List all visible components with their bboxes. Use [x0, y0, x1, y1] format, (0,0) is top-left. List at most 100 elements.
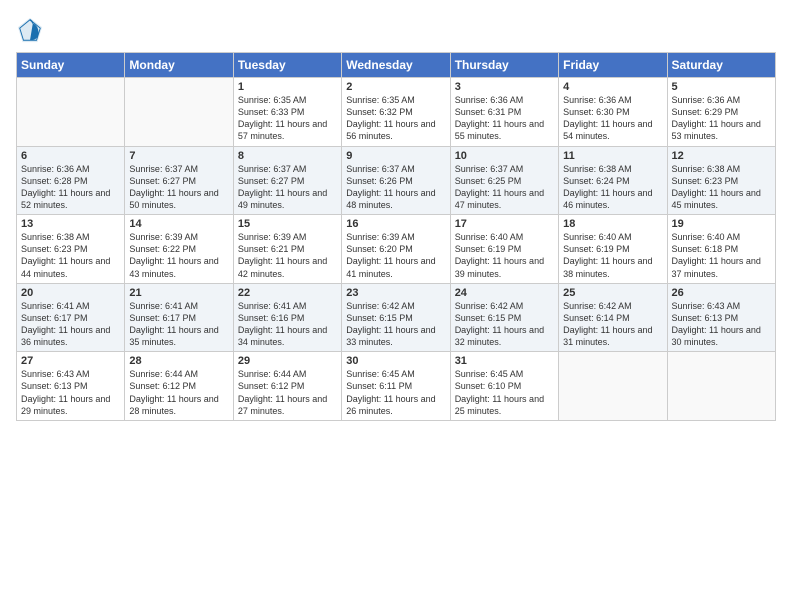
calendar-cell: 16Sunrise: 6:39 AM Sunset: 6:20 PM Dayli…: [342, 215, 450, 284]
calendar-header-saturday: Saturday: [667, 53, 775, 78]
day-number: 21: [129, 287, 228, 299]
calendar-cell: 27Sunrise: 6:43 AM Sunset: 6:13 PM Dayli…: [17, 352, 125, 421]
calendar-cell: 5Sunrise: 6:36 AM Sunset: 6:29 PM Daylig…: [667, 78, 775, 147]
day-number: 7: [129, 150, 228, 162]
calendar-cell: 10Sunrise: 6:37 AM Sunset: 6:25 PM Dayli…: [450, 146, 558, 215]
day-info: Sunrise: 6:36 AM Sunset: 6:30 PM Dayligh…: [563, 94, 662, 143]
calendar-cell: 8Sunrise: 6:37 AM Sunset: 6:27 PM Daylig…: [233, 146, 341, 215]
logo-icon: [16, 16, 44, 44]
calendar-week-3: 13Sunrise: 6:38 AM Sunset: 6:23 PM Dayli…: [17, 215, 776, 284]
calendar-cell: 19Sunrise: 6:40 AM Sunset: 6:18 PM Dayli…: [667, 215, 775, 284]
day-info: Sunrise: 6:40 AM Sunset: 6:19 PM Dayligh…: [455, 231, 554, 280]
day-info: Sunrise: 6:40 AM Sunset: 6:18 PM Dayligh…: [672, 231, 771, 280]
day-info: Sunrise: 6:43 AM Sunset: 6:13 PM Dayligh…: [21, 368, 120, 417]
day-info: Sunrise: 6:36 AM Sunset: 6:29 PM Dayligh…: [672, 94, 771, 143]
calendar-cell: 17Sunrise: 6:40 AM Sunset: 6:19 PM Dayli…: [450, 215, 558, 284]
day-info: Sunrise: 6:45 AM Sunset: 6:10 PM Dayligh…: [455, 368, 554, 417]
day-info: Sunrise: 6:41 AM Sunset: 6:17 PM Dayligh…: [129, 300, 228, 349]
calendar-week-2: 6Sunrise: 6:36 AM Sunset: 6:28 PM Daylig…: [17, 146, 776, 215]
day-number: 19: [672, 218, 771, 230]
day-number: 31: [455, 355, 554, 367]
calendar-cell: 11Sunrise: 6:38 AM Sunset: 6:24 PM Dayli…: [559, 146, 667, 215]
calendar-header-sunday: Sunday: [17, 53, 125, 78]
day-info: Sunrise: 6:37 AM Sunset: 6:26 PM Dayligh…: [346, 163, 445, 212]
day-number: 28: [129, 355, 228, 367]
day-info: Sunrise: 6:36 AM Sunset: 6:31 PM Dayligh…: [455, 94, 554, 143]
calendar-cell: 22Sunrise: 6:41 AM Sunset: 6:16 PM Dayli…: [233, 283, 341, 352]
day-number: 22: [238, 287, 337, 299]
day-number: 4: [563, 81, 662, 93]
calendar-cell: 14Sunrise: 6:39 AM Sunset: 6:22 PM Dayli…: [125, 215, 233, 284]
day-info: Sunrise: 6:38 AM Sunset: 6:23 PM Dayligh…: [21, 231, 120, 280]
calendar-cell: 18Sunrise: 6:40 AM Sunset: 6:19 PM Dayli…: [559, 215, 667, 284]
day-info: Sunrise: 6:44 AM Sunset: 6:12 PM Dayligh…: [129, 368, 228, 417]
calendar-cell: 2Sunrise: 6:35 AM Sunset: 6:32 PM Daylig…: [342, 78, 450, 147]
calendar-cell: 25Sunrise: 6:42 AM Sunset: 6:14 PM Dayli…: [559, 283, 667, 352]
day-number: 27: [21, 355, 120, 367]
day-info: Sunrise: 6:45 AM Sunset: 6:11 PM Dayligh…: [346, 368, 445, 417]
day-number: 13: [21, 218, 120, 230]
day-info: Sunrise: 6:41 AM Sunset: 6:17 PM Dayligh…: [21, 300, 120, 349]
calendar-header-wednesday: Wednesday: [342, 53, 450, 78]
day-info: Sunrise: 6:37 AM Sunset: 6:27 PM Dayligh…: [129, 163, 228, 212]
calendar-cell: 3Sunrise: 6:36 AM Sunset: 6:31 PM Daylig…: [450, 78, 558, 147]
calendar-cell: 12Sunrise: 6:38 AM Sunset: 6:23 PM Dayli…: [667, 146, 775, 215]
calendar-cell: 1Sunrise: 6:35 AM Sunset: 6:33 PM Daylig…: [233, 78, 341, 147]
calendar-header-tuesday: Tuesday: [233, 53, 341, 78]
day-info: Sunrise: 6:39 AM Sunset: 6:20 PM Dayligh…: [346, 231, 445, 280]
calendar-cell: 20Sunrise: 6:41 AM Sunset: 6:17 PM Dayli…: [17, 283, 125, 352]
calendar-cell: 13Sunrise: 6:38 AM Sunset: 6:23 PM Dayli…: [17, 215, 125, 284]
calendar-cell: 7Sunrise: 6:37 AM Sunset: 6:27 PM Daylig…: [125, 146, 233, 215]
calendar-week-1: 1Sunrise: 6:35 AM Sunset: 6:33 PM Daylig…: [17, 78, 776, 147]
day-number: 18: [563, 218, 662, 230]
day-number: 25: [563, 287, 662, 299]
day-info: Sunrise: 6:42 AM Sunset: 6:14 PM Dayligh…: [563, 300, 662, 349]
calendar-cell: [125, 78, 233, 147]
calendar-cell: 26Sunrise: 6:43 AM Sunset: 6:13 PM Dayli…: [667, 283, 775, 352]
calendar-body: 1Sunrise: 6:35 AM Sunset: 6:33 PM Daylig…: [17, 78, 776, 421]
day-number: 3: [455, 81, 554, 93]
calendar-cell: 28Sunrise: 6:44 AM Sunset: 6:12 PM Dayli…: [125, 352, 233, 421]
day-number: 5: [672, 81, 771, 93]
day-number: 15: [238, 218, 337, 230]
logo: [16, 16, 48, 44]
calendar-header-row: SundayMondayTuesdayWednesdayThursdayFrid…: [17, 53, 776, 78]
calendar-cell: 21Sunrise: 6:41 AM Sunset: 6:17 PM Dayli…: [125, 283, 233, 352]
day-info: Sunrise: 6:43 AM Sunset: 6:13 PM Dayligh…: [672, 300, 771, 349]
day-number: 1: [238, 81, 337, 93]
day-number: 9: [346, 150, 445, 162]
day-number: 24: [455, 287, 554, 299]
calendar-cell: 30Sunrise: 6:45 AM Sunset: 6:11 PM Dayli…: [342, 352, 450, 421]
day-info: Sunrise: 6:39 AM Sunset: 6:22 PM Dayligh…: [129, 231, 228, 280]
day-number: 23: [346, 287, 445, 299]
day-number: 16: [346, 218, 445, 230]
day-info: Sunrise: 6:38 AM Sunset: 6:24 PM Dayligh…: [563, 163, 662, 212]
day-number: 6: [21, 150, 120, 162]
calendar-cell: [559, 352, 667, 421]
day-number: 30: [346, 355, 445, 367]
day-info: Sunrise: 6:38 AM Sunset: 6:23 PM Dayligh…: [672, 163, 771, 212]
day-number: 26: [672, 287, 771, 299]
day-info: Sunrise: 6:41 AM Sunset: 6:16 PM Dayligh…: [238, 300, 337, 349]
day-number: 29: [238, 355, 337, 367]
calendar-cell: 29Sunrise: 6:44 AM Sunset: 6:12 PM Dayli…: [233, 352, 341, 421]
day-number: 11: [563, 150, 662, 162]
day-number: 10: [455, 150, 554, 162]
day-info: Sunrise: 6:35 AM Sunset: 6:33 PM Dayligh…: [238, 94, 337, 143]
calendar-cell: 4Sunrise: 6:36 AM Sunset: 6:30 PM Daylig…: [559, 78, 667, 147]
calendar-cell: 6Sunrise: 6:36 AM Sunset: 6:28 PM Daylig…: [17, 146, 125, 215]
day-info: Sunrise: 6:39 AM Sunset: 6:21 PM Dayligh…: [238, 231, 337, 280]
day-info: Sunrise: 6:42 AM Sunset: 6:15 PM Dayligh…: [455, 300, 554, 349]
calendar-week-5: 27Sunrise: 6:43 AM Sunset: 6:13 PM Dayli…: [17, 352, 776, 421]
day-info: Sunrise: 6:44 AM Sunset: 6:12 PM Dayligh…: [238, 368, 337, 417]
calendar-cell: [17, 78, 125, 147]
day-info: Sunrise: 6:42 AM Sunset: 6:15 PM Dayligh…: [346, 300, 445, 349]
calendar: SundayMondayTuesdayWednesdayThursdayFrid…: [16, 52, 776, 421]
calendar-cell: [667, 352, 775, 421]
calendar-header-monday: Monday: [125, 53, 233, 78]
day-number: 12: [672, 150, 771, 162]
calendar-cell: 9Sunrise: 6:37 AM Sunset: 6:26 PM Daylig…: [342, 146, 450, 215]
day-number: 17: [455, 218, 554, 230]
calendar-cell: 31Sunrise: 6:45 AM Sunset: 6:10 PM Dayli…: [450, 352, 558, 421]
day-number: 8: [238, 150, 337, 162]
